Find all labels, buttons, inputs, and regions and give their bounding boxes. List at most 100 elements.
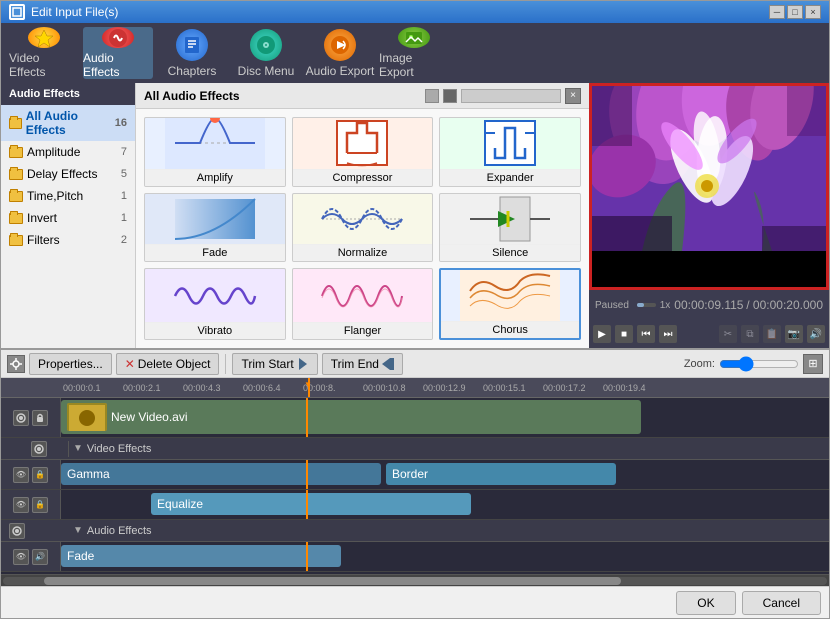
maximize-button[interactable]: □ [787, 5, 803, 19]
ok-button[interactable]: OK [676, 591, 735, 615]
delete-label: Delete Object [138, 357, 211, 371]
next-button[interactable]: ⏭ [659, 325, 677, 343]
properties-button[interactable]: Properties... [29, 353, 112, 375]
ruler-mark-0: 00:00:0.1 [63, 378, 101, 397]
effect-thumb-flanger [293, 269, 433, 322]
gamma-lock[interactable]: 🔒 [32, 467, 48, 483]
scroll-thumb[interactable] [44, 577, 621, 585]
effect-item-chorus[interactable]: Chorus [439, 268, 581, 340]
zoom-slider[interactable] [719, 356, 799, 372]
transport-progress[interactable] [637, 303, 656, 307]
sidebar-item-invert-label: Invert [27, 211, 57, 225]
ruler-mark-9: 00:00:19.4 [603, 378, 646, 397]
sidebar-item-delay-effects[interactable]: Delay Effects 5 [1, 163, 135, 185]
video-effects-collapse[interactable]: ▼ [73, 443, 83, 454]
video-effects-controls [9, 441, 69, 457]
edit-toolbar: Properties... ✕ Delete Object Trim Start… [1, 348, 829, 378]
effect-item-normalize[interactable]: Normalize [292, 193, 434, 263]
border-clip[interactable]: Border [386, 463, 616, 485]
scroll-bar[interactable] [461, 89, 561, 103]
gamma-track-lane: Gamma Border [61, 460, 829, 489]
toolbar-video-effects[interactable]: Video Effects [9, 27, 79, 79]
effect-normalize-label: Normalize [293, 244, 433, 261]
fade-visibility[interactable]: 👁 [13, 549, 29, 565]
snapshot-button[interactable]: 📷 [785, 325, 803, 343]
toolbar-disc-menu[interactable]: Disc Menu [231, 27, 301, 79]
chapters-icon [176, 29, 208, 61]
prev-button[interactable]: ⏮ [637, 325, 655, 343]
cancel-button[interactable]: Cancel [742, 591, 821, 615]
ruler-mark-5: 00:00:10.8 [363, 378, 406, 397]
delay-effects-count: 5 [121, 168, 127, 180]
delete-icon: ✕ [125, 357, 135, 371]
close-panel-icon[interactable]: × [565, 88, 581, 104]
effect-item-compressor[interactable]: Compressor [292, 117, 434, 187]
fade-clip[interactable]: Fade [61, 545, 341, 567]
equalize-clip[interactable]: Equalize [151, 493, 471, 515]
close-button[interactable]: × [805, 5, 821, 19]
search-expand-icon[interactable] [443, 89, 457, 103]
ruler-marks-container: 00:00:0.1 00:00:2.1 00:00:4.3 00:00:6.4 … [63, 378, 827, 397]
effect-item-vibrato[interactable]: Vibrato [144, 268, 286, 340]
copy-button[interactable]: ⧉ [741, 325, 759, 343]
trim-start-button[interactable]: Trim Start [232, 353, 317, 375]
effect-item-fade[interactable]: Fade [144, 193, 286, 263]
sidebar-item-all-audio-effects[interactable]: All Audio Effects 16 [1, 105, 135, 141]
equalize-visibility[interactable]: 👁 [13, 497, 29, 513]
timeline-scrollbar[interactable] [1, 574, 829, 586]
border-clip-label: Border [392, 467, 428, 481]
sidebar-item-invert[interactable]: Invert 1 [1, 207, 135, 229]
trim-end-button[interactable]: Trim End [322, 353, 403, 375]
gamma-clip-label: Gamma [67, 467, 110, 481]
stop-button[interactable]: ■ [615, 325, 633, 343]
sidebar-item-amplitude-label: Amplitude [27, 145, 80, 159]
toolbar-image-export[interactable]: Image Export [379, 27, 449, 79]
video-lock-button[interactable] [32, 410, 48, 426]
settings-icon[interactable] [7, 355, 25, 373]
effect-item-amplify[interactable]: Amplify [144, 117, 286, 187]
audio-export-icon [324, 29, 356, 61]
delete-object-button[interactable]: ✕ Delete Object [116, 353, 220, 375]
effect-thumb-expander [440, 118, 580, 169]
cut-button[interactable]: ✂ [719, 325, 737, 343]
video-visibility-toggle[interactable] [13, 410, 29, 426]
gamma-clip[interactable]: Gamma [61, 463, 381, 485]
audio-effects-visibility[interactable] [9, 523, 25, 539]
video-effects-visibility[interactable] [31, 441, 47, 457]
toolbar-audio-effects[interactable]: Audio Effects [83, 27, 153, 79]
sidebar-item-amplitude[interactable]: Amplitude 7 [1, 141, 135, 163]
fade-audio-icon[interactable]: 🔊 [32, 549, 48, 565]
effect-item-flanger[interactable]: Flanger [292, 268, 434, 340]
speed-label: 1x [660, 300, 671, 311]
video-effects-section-label: Video Effects [87, 443, 151, 455]
equalize-track-row: 👁 🔒 Equalize [1, 490, 829, 520]
paste-button[interactable]: 📋 [763, 325, 781, 343]
equalize-lock[interactable]: 🔒 [32, 497, 48, 513]
effect-thumb-fade [145, 194, 285, 245]
sidebar-item-time-pitch[interactable]: Time,Pitch 1 [1, 185, 135, 207]
time-display: 00:00:09.115 / 00:00:20.000 [674, 298, 823, 312]
effect-item-silence[interactable]: Silence [439, 193, 581, 263]
ruler-mark-3: 00:00:6.4 [243, 378, 281, 397]
video-track-controls [1, 398, 61, 437]
video-preview [589, 83, 829, 290]
left-panel: Audio Effects All Audio Effects 16 Ampli… [1, 83, 136, 348]
play-button[interactable]: ▶ [593, 325, 611, 343]
main-toolbar: Video Effects Audio Effects Chapters Dis… [1, 23, 829, 83]
equalize-clip-label: Equalize [157, 497, 203, 511]
gamma-visibility[interactable]: 👁 [13, 467, 29, 483]
sidebar-item-filters[interactable]: Filters 2 [1, 229, 135, 251]
toolbar-chapters[interactable]: Chapters [157, 27, 227, 79]
ruler-mark-8: 00:00:17.2 [543, 378, 586, 397]
search-minimize-icon[interactable] [425, 89, 439, 103]
zoom-fit-button[interactable]: ⊞ [803, 354, 823, 374]
minimize-button[interactable]: ─ [769, 5, 785, 19]
video-clip[interactable]: New Video.avi [61, 400, 641, 434]
effect-item-expander[interactable]: Expander [439, 117, 581, 187]
effect-expander-label: Expander [440, 169, 580, 186]
trim-start-label: Trim Start [241, 357, 293, 371]
image-export-icon [398, 27, 430, 48]
volume-button[interactable]: 🔊 [807, 325, 825, 343]
toolbar-audio-export[interactable]: Audio Export [305, 27, 375, 79]
audio-effects-collapse[interactable]: ▼ [73, 525, 83, 536]
